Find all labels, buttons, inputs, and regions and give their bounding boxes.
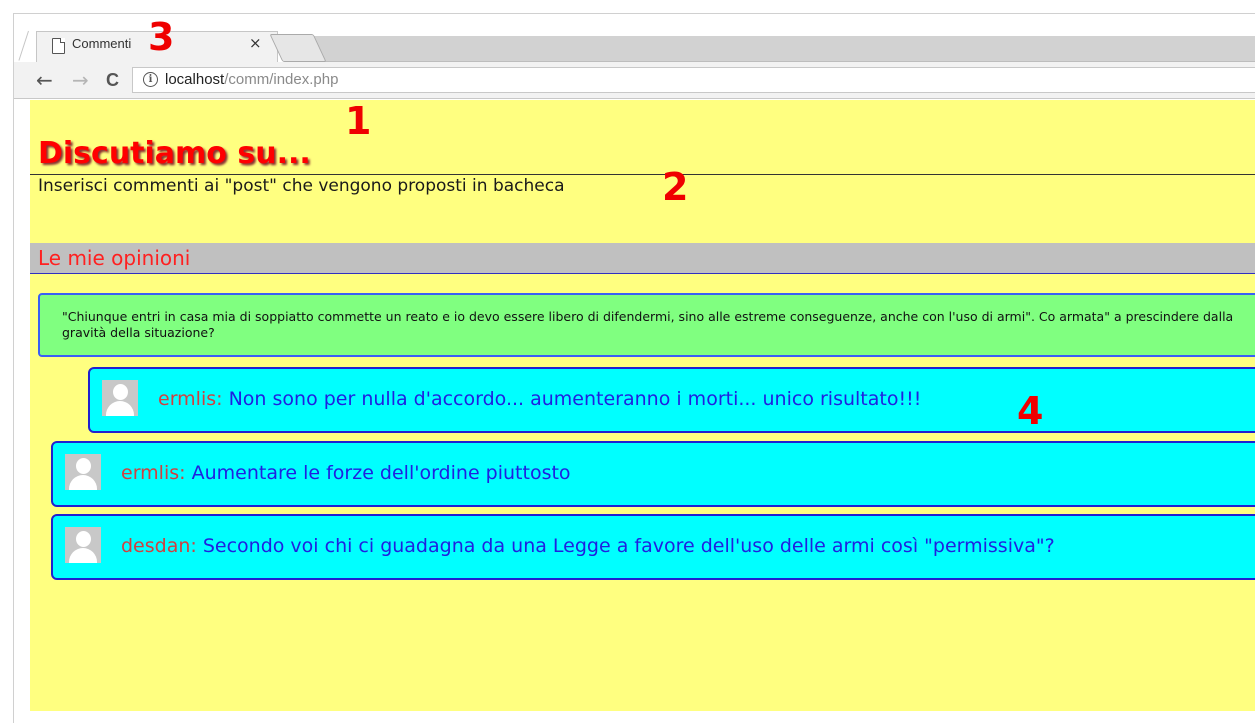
comment-text: Secondo voi chi ci guadagna da una Legge… bbox=[202, 535, 1055, 557]
info-icon[interactable]: i bbox=[143, 72, 158, 87]
avatar bbox=[65, 454, 101, 490]
tab-close-icon[interactable]: × bbox=[249, 34, 262, 52]
browser-window: Commenti × ← → C i localhost/comm/index.… bbox=[13, 13, 1255, 723]
avatar-body-icon bbox=[106, 401, 134, 416]
avatar-body-icon bbox=[69, 548, 97, 563]
comment-line: ermlis: Aumentare le forze dell'ordine p… bbox=[121, 462, 571, 484]
tab-edge bbox=[18, 30, 29, 61]
url-host: localhost bbox=[165, 71, 225, 88]
comment-line: desdan: Secondo voi chi ci guadagna da u… bbox=[121, 535, 1055, 557]
comment-author: ermlis: bbox=[121, 462, 186, 484]
site-title: Discutiamo su... bbox=[38, 136, 311, 171]
avatar-head-icon bbox=[76, 458, 91, 474]
section-title: Le mie opinioni bbox=[38, 246, 191, 270]
url-path: /comm/index.php bbox=[224, 71, 339, 88]
section-header: Le mie opinioni bbox=[30, 243, 1255, 274]
avatar bbox=[65, 527, 101, 563]
page-content: Discutiamo su... Inserisci commenti ai "… bbox=[30, 100, 1255, 711]
back-arrow-icon[interactable]: ← bbox=[36, 68, 53, 92]
post-text: "Chiunque entri in casa mia di soppiatto… bbox=[62, 309, 1234, 340]
comment-text: Aumentare le forze dell'ordine piuttosto bbox=[191, 462, 571, 484]
tab-title[interactable]: Commenti bbox=[72, 36, 131, 51]
page-icon bbox=[52, 38, 65, 54]
comment-line: ermlis: Non sono per nulla d'accordo... … bbox=[158, 388, 921, 410]
annotation-1: 1 bbox=[345, 99, 372, 143]
reload-icon[interactable]: C bbox=[106, 70, 119, 91]
site-subtitle: Inserisci commenti ai "post" che vengono… bbox=[38, 176, 565, 196]
title-divider bbox=[30, 174, 1255, 175]
tab-strip: Commenti × bbox=[14, 14, 1255, 63]
annotation-2: 2 bbox=[662, 165, 689, 209]
url-text[interactable]: localhost/comm/index.php bbox=[165, 71, 338, 88]
tab-strip-background bbox=[299, 36, 1255, 62]
avatar-body-icon bbox=[69, 475, 97, 490]
avatar bbox=[102, 380, 138, 416]
annotation-4: 4 bbox=[1017, 389, 1044, 433]
comment-author: desdan: bbox=[121, 535, 197, 557]
post-card[interactable]: "Chiunque entri in casa mia di soppiatto… bbox=[38, 293, 1255, 357]
avatar-head-icon bbox=[76, 531, 91, 547]
forward-arrow-icon[interactable]: → bbox=[72, 68, 89, 92]
comment-card[interactable]: ermlis: Aumentare le forze dell'ordine p… bbox=[51, 441, 1255, 507]
comment-card[interactable]: ermlis: Non sono per nulla d'accordo... … bbox=[88, 367, 1255, 433]
comment-card[interactable]: desdan: Secondo voi chi ci guadagna da u… bbox=[51, 514, 1255, 580]
comment-text: Non sono per nulla d'accordo... aumenter… bbox=[228, 388, 922, 410]
comment-author: ermlis: bbox=[158, 388, 223, 410]
address-bar[interactable]: i localhost/comm/index.php bbox=[132, 67, 1255, 93]
annotation-3: 3 bbox=[148, 15, 175, 59]
browser-toolbar: ← → C i localhost/comm/index.php bbox=[14, 62, 1255, 99]
avatar-head-icon bbox=[113, 384, 128, 400]
